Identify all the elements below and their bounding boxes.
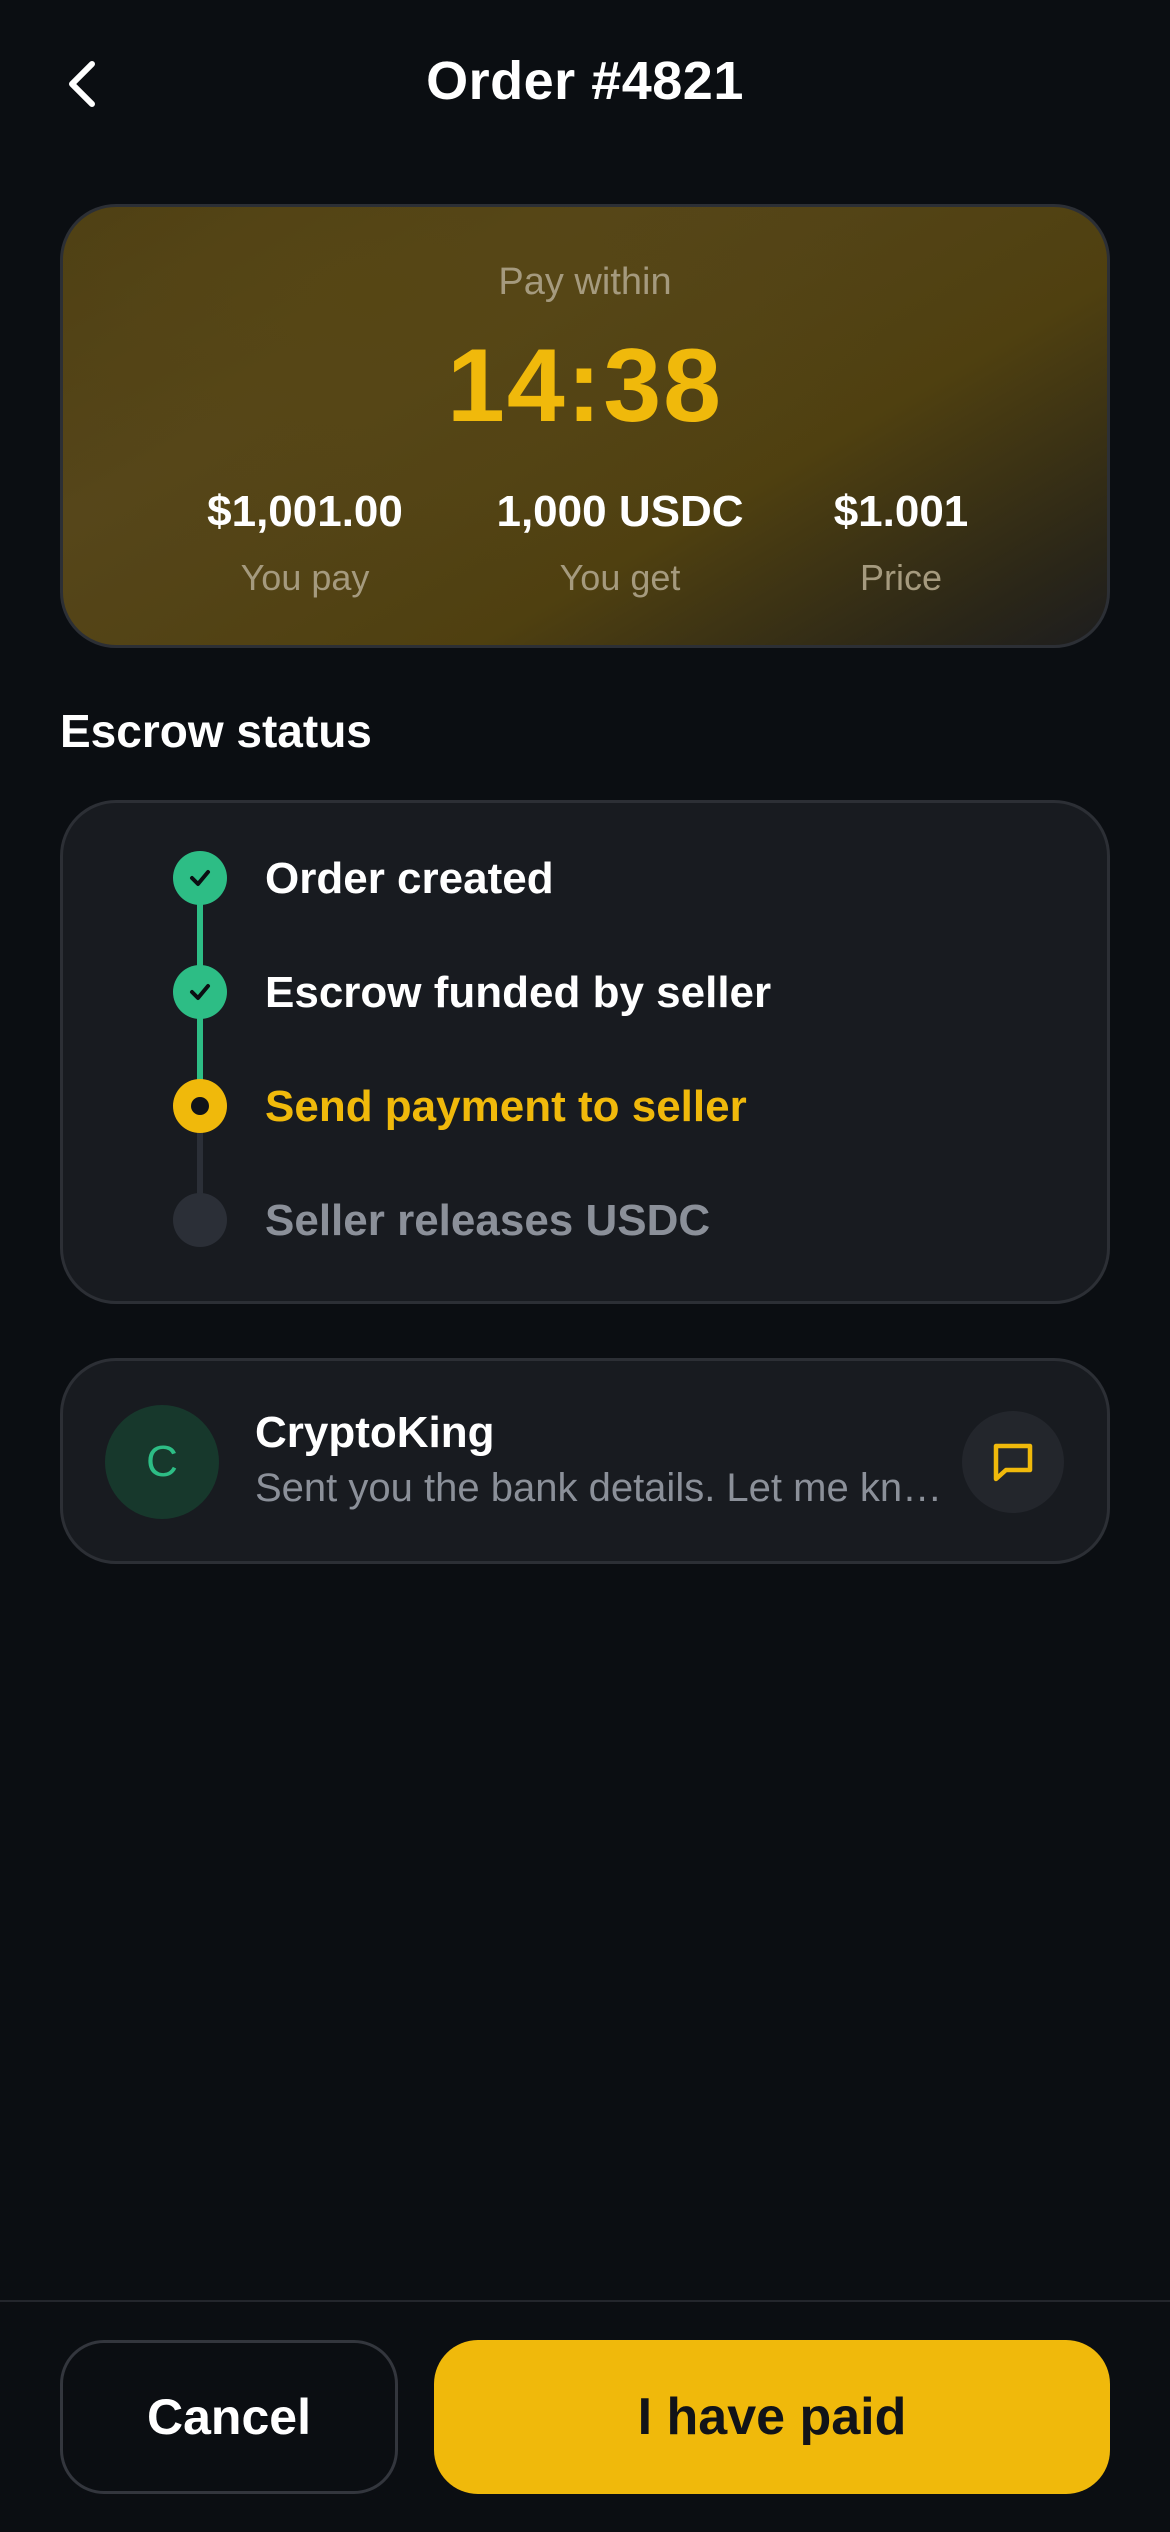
step-status-active — [173, 1079, 227, 1133]
step-status-done — [173, 851, 227, 905]
stat-you-get: 1,000 USDC You get — [470, 487, 770, 599]
cancel-button[interactable]: Cancel — [60, 2340, 398, 2494]
stat-you-pay: $1,001.00 You pay — [155, 487, 455, 599]
step-label-send-payment: Send payment to seller — [265, 1082, 747, 1131]
chat-preview: Sent you the bank details. Let me know w… — [255, 1466, 960, 1510]
i-have-paid-button[interactable]: I have paid — [434, 2340, 1110, 2494]
stat-value: 1,000 USDC — [496, 487, 744, 536]
step-label-seller-releases: Seller releases USDC — [265, 1196, 711, 1245]
escrow-status-card: Order created Escrow funded by seller Se… — [60, 800, 1110, 1304]
order-screen: Order #4821 Pay within 14:38 $1,001.00 Y… — [0, 0, 1170, 2532]
open-chat-button[interactable] — [962, 1411, 1064, 1513]
step-status-done — [173, 965, 227, 1019]
stat-value: $1,001.00 — [207, 487, 403, 536]
message-square-icon — [993, 1443, 1033, 1482]
countdown-timer: 14:38 — [447, 328, 723, 444]
bottom-divider — [0, 2300, 1170, 2302]
pay-within-label: Pay within — [498, 261, 672, 303]
stat-label: You get — [559, 557, 681, 598]
active-dot-icon — [191, 1097, 209, 1115]
payment-timer-card: Pay within 14:38 $1,001.00 You pay 1,000… — [60, 204, 1110, 648]
avatar: C — [105, 1405, 219, 1519]
check-icon — [190, 984, 210, 1000]
step-label-escrow-funded: Escrow funded by seller — [265, 968, 772, 1017]
stat-label: You pay — [240, 557, 370, 598]
page-title: Order #4821 — [426, 51, 744, 111]
step-label-order-created: Order created — [265, 854, 554, 903]
stat-value: $1.001 — [833, 487, 969, 536]
escrow-section-title: Escrow status — [60, 705, 372, 757]
seller-name: CryptoKing — [255, 1408, 495, 1457]
stat-label: Price — [859, 557, 943, 598]
check-icon — [190, 870, 210, 886]
header: Order #4821 — [0, 0, 1170, 170]
step-status-pending — [173, 1193, 227, 1247]
stat-price: $1.001 Price — [751, 487, 1051, 599]
